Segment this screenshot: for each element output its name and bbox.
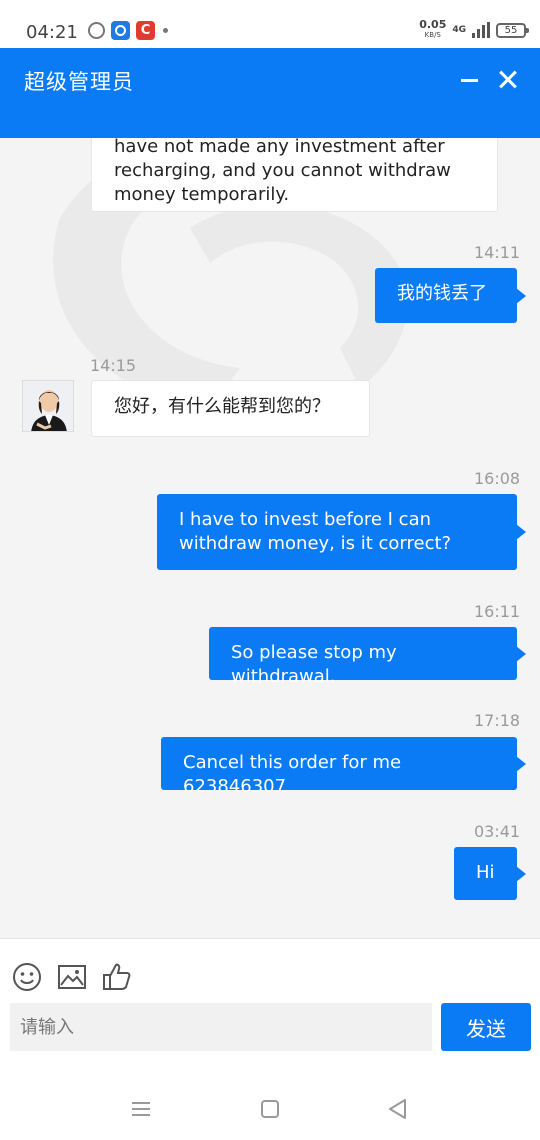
system-status: 0.05 KB/S 4G 55 <box>419 19 529 40</box>
message-time: 17:18 <box>474 711 521 730</box>
app-notification-icon <box>111 21 130 40</box>
message-user: Hi <box>454 847 526 900</box>
message-input[interactable] <box>10 1003 432 1051</box>
chat-screen: 04:21 C 0.05 KB/S 4G 55 超级管理员 have not m… <box>0 0 540 1140</box>
message-user: So please stop my withdrawal. <box>209 627 526 687</box>
menu-icon[interactable] <box>128 1096 154 1122</box>
battery-icon: 55 <box>496 22 529 38</box>
send-button[interactable]: 发送 <box>441 1003 531 1051</box>
status-time: 04:21 <box>26 22 78 43</box>
message-text: I have to invest before I can withdraw m… <box>179 509 452 554</box>
message-list[interactable]: have not made any investment after recha… <box>0 138 540 938</box>
network-speed: 0.05 KB/S <box>419 19 446 40</box>
message-user: I have to invest before I can withdraw m… <box>157 494 526 570</box>
notification-icons: C <box>88 21 168 40</box>
battery-level: 55 <box>504 24 518 36</box>
message-text: have not made any investment after recha… <box>114 138 451 205</box>
agent-avatar <box>22 380 74 432</box>
emoji-icon[interactable] <box>11 961 43 993</box>
signal-icon <box>472 22 490 38</box>
status-bar: 04:21 C 0.05 KB/S 4G 55 <box>0 0 540 52</box>
message-user: 我的钱丢了 <box>375 268 526 323</box>
message-agent: have not made any investment after recha… <box>91 138 498 212</box>
navigation-bar <box>0 1080 540 1140</box>
image-icon[interactable] <box>56 961 88 993</box>
red-app-icon: C <box>136 21 155 40</box>
message-text: Hi <box>476 862 495 883</box>
page-title: 超级管理员 <box>24 70 134 94</box>
more-notifications-icon <box>163 28 168 33</box>
message-text: 我的钱丢了 <box>397 283 487 304</box>
message-time: 16:08 <box>474 469 521 488</box>
message-text: 您好，有什么能帮到您的？ <box>114 396 330 417</box>
message-time: 14:15 <box>90 356 137 375</box>
thumbs-up-icon[interactable] <box>101 961 133 993</box>
message-user: Cancel this order for me 623846307 <box>161 737 526 797</box>
message-text: So please stop my withdrawal. <box>231 642 397 687</box>
message-time: 14:11 <box>474 243 521 262</box>
minimize-icon[interactable] <box>458 64 484 94</box>
chat-header: 超级管理员 <box>0 48 540 138</box>
home-icon[interactable] <box>257 1096 283 1122</box>
messenger-icon <box>88 22 105 39</box>
message-text: Cancel this order for me 623846307 <box>183 752 402 797</box>
message-time: 03:41 <box>474 822 521 841</box>
message-agent: 您好，有什么能帮到您的？ <box>91 380 370 437</box>
network-speed-unit: KB/S <box>424 31 441 39</box>
close-icon[interactable] <box>496 64 522 94</box>
back-icon[interactable] <box>385 1096 411 1122</box>
network-type: 4G <box>452 25 466 35</box>
message-time: 16:11 <box>474 602 521 621</box>
